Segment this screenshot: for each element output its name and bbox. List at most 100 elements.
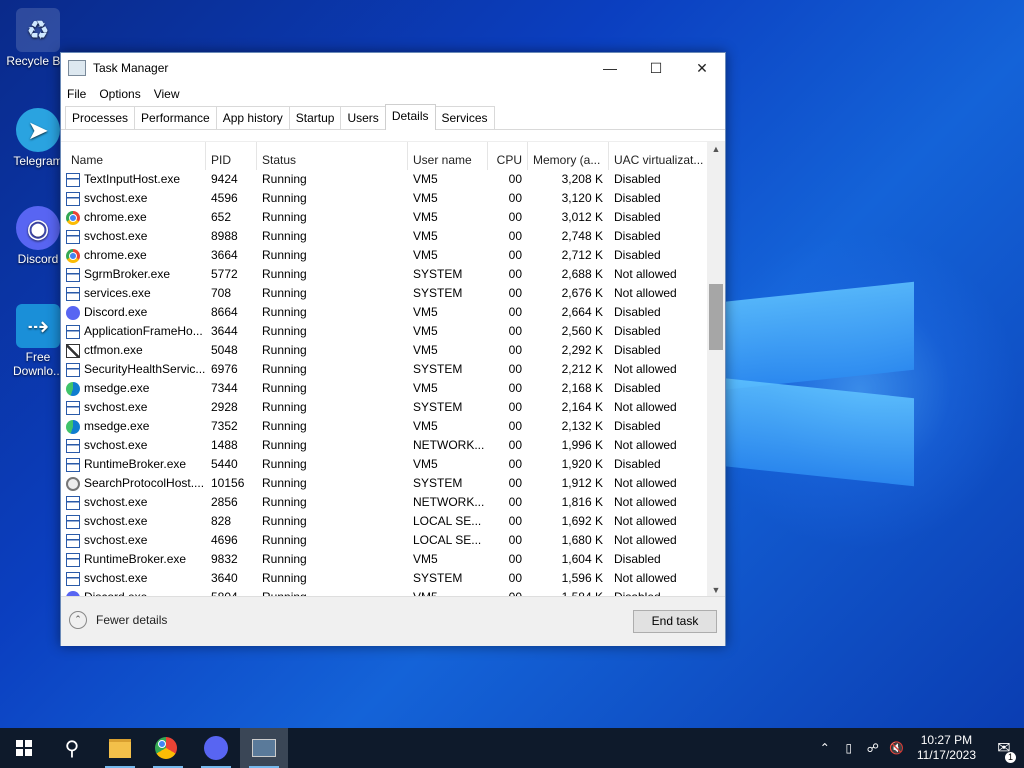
table-row[interactable]: SearchProtocolHost.... 10156 Running SYSTEM… bbox=[61, 474, 707, 493]
table-row[interactable]: svchost.exe 2928 Running SYSTEM 00 2,164 K Not… bbox=[61, 398, 707, 417]
table-row[interactable]: ctfmon.exe 5048 Running VM5 00 2,292 K Disable… bbox=[61, 341, 707, 360]
table-row[interactable]: SgrmBroker.exe 5772 Running SYSTEM 00 2,688 K… bbox=[61, 265, 707, 284]
cell-mem: 1,996 K bbox=[561, 438, 603, 452]
volume-muted-icon[interactable]: 🔇 bbox=[885, 741, 909, 755]
process-name: chrome.exe bbox=[84, 210, 147, 224]
close-button[interactable]: ✕ bbox=[679, 53, 725, 83]
generic-process-icon bbox=[66, 552, 80, 567]
taskbar-file-explorer[interactable] bbox=[96, 728, 144, 768]
column-header-memory[interactable]: Memory (a... bbox=[528, 142, 609, 170]
tab-processes[interactable]: Processes bbox=[65, 106, 136, 129]
cell-cpu: 00 bbox=[508, 419, 522, 433]
minimize-button[interactable]: — bbox=[587, 53, 633, 83]
table-row[interactable]: svchost.exe 4696 Running LOCAL SE... 00 1,680… bbox=[61, 531, 707, 550]
column-header-status[interactable]: Status bbox=[257, 142, 408, 170]
cell-name: Discord.exe bbox=[61, 303, 206, 322]
process-name: SearchProtocolHost.... bbox=[84, 476, 205, 490]
vertical-scrollbar[interactable]: ▲ ▼ bbox=[707, 142, 725, 597]
window-title: Task Manager bbox=[93, 61, 169, 75]
taskbar-task-manager[interactable] bbox=[240, 728, 288, 768]
discord-process-icon bbox=[66, 305, 80, 320]
table-row[interactable]: services.exe 708 Running SYSTEM 00 2,676 K Not… bbox=[61, 284, 707, 303]
table-row[interactable]: svchost.exe 4596 Running VM5 00 3,120 K Disabl… bbox=[61, 189, 707, 208]
cell-status: Running bbox=[262, 191, 307, 205]
title-bar[interactable]: Task Manager — ☐ ✕ bbox=[61, 53, 725, 83]
taskbar-chrome[interactable] bbox=[144, 728, 192, 768]
taskbar-discord[interactable] bbox=[192, 728, 240, 768]
menu-view[interactable]: View bbox=[154, 87, 180, 101]
cell-name: svchost.exe bbox=[61, 512, 206, 531]
table-row[interactable]: RuntimeBroker.exe 5440 Running VM5 00 1,920 K… bbox=[61, 455, 707, 474]
tab-details[interactable]: Details bbox=[384, 104, 436, 130]
maximize-button[interactable]: ☐ bbox=[633, 53, 679, 83]
tablet-icon[interactable]: ▯ bbox=[837, 741, 861, 755]
tab-services[interactable]: Services bbox=[434, 106, 495, 129]
tab-startup[interactable]: Startup bbox=[288, 106, 342, 129]
column-header-cpu[interactable]: CPU bbox=[488, 142, 528, 170]
network-icon[interactable]: ☍ bbox=[861, 741, 885, 755]
process-name: chrome.exe bbox=[84, 248, 147, 262]
menu-options[interactable]: Options bbox=[99, 87, 140, 101]
cell-user: LOCAL SE... bbox=[413, 533, 482, 547]
cell-cpu: 00 bbox=[508, 248, 522, 262]
table-row[interactable]: svchost.exe 8988 Running VM5 00 2,748 K Disabl… bbox=[61, 227, 707, 246]
table-row[interactable]: msedge.exe 7344 Running VM5 00 2,168 K Disable… bbox=[61, 379, 707, 398]
cell-name: svchost.exe bbox=[61, 436, 206, 455]
table-row[interactable]: svchost.exe 828 Running LOCAL SE... 00 1,692 … bbox=[61, 512, 707, 531]
column-header-name[interactable]: Name bbox=[61, 142, 206, 170]
menu-file[interactable]: File bbox=[67, 87, 86, 101]
window-footer: ⌃ Fewer details End task bbox=[61, 596, 725, 646]
cell-status: Running bbox=[262, 381, 307, 395]
table-row[interactable]: TextInputHost.exe 9424 Running VM5 00 3,208 K… bbox=[61, 170, 707, 189]
cell-cpu: 00 bbox=[508, 514, 522, 528]
table-row[interactable]: svchost.exe 1488 Running NETWORK... 00 1,996 … bbox=[61, 436, 707, 455]
tab-users[interactable]: Users bbox=[340, 106, 386, 129]
cell-pid: 5440 bbox=[211, 457, 238, 471]
cell-uac: Not allowed bbox=[614, 533, 677, 547]
column-header-pid[interactable]: PID bbox=[206, 142, 257, 170]
fewer-details-label: Fewer details bbox=[96, 613, 168, 627]
cell-user: VM5 bbox=[413, 419, 438, 433]
table-row[interactable]: chrome.exe 652 Running VM5 00 3,012 K Disabled bbox=[61, 208, 707, 227]
chevron-up-icon[interactable]: ⌃ bbox=[813, 741, 837, 755]
table-row[interactable]: SecurityHealthServic... 6976 Running SYSTEM… bbox=[61, 360, 707, 379]
cell-status: Running bbox=[262, 286, 307, 300]
table-row[interactable]: ApplicationFrameHo... 3644 Running VM5 00 2,5… bbox=[61, 322, 707, 341]
scroll-down-arrow[interactable]: ▼ bbox=[707, 583, 725, 597]
scroll-up-arrow[interactable]: ▲ bbox=[707, 142, 725, 156]
table-row[interactable]: Discord.exe 8664 Running VM5 00 2,664 K Disabl… bbox=[61, 303, 707, 322]
cell-pid: 4696 bbox=[211, 533, 238, 547]
chrome-process-icon bbox=[66, 248, 80, 263]
table-row[interactable]: msedge.exe 7352 Running VM5 00 2,132 K Disable… bbox=[61, 417, 707, 436]
process-name: svchost.exe bbox=[84, 438, 148, 452]
process-name: svchost.exe bbox=[84, 191, 148, 205]
table-row[interactable]: svchost.exe 3640 Running SYSTEM 00 1,596 K Not… bbox=[61, 569, 707, 588]
table-row[interactable]: chrome.exe 3664 Running VM5 00 2,712 K Disable… bbox=[61, 246, 707, 265]
clock[interactable]: 10:27 PM 11/17/2023 bbox=[909, 733, 984, 763]
column-header-user-name[interactable]: User name bbox=[408, 142, 488, 170]
process-name: msedge.exe bbox=[84, 419, 150, 433]
search-button[interactable]: ⚲ bbox=[48, 728, 96, 768]
table-row[interactable]: RuntimeBroker.exe 9832 Running VM5 00 1,604 K… bbox=[61, 550, 707, 569]
notification-count: 1 bbox=[1005, 752, 1016, 763]
cell-name: msedge.exe bbox=[61, 379, 206, 398]
cell-name: svchost.exe bbox=[61, 531, 206, 550]
table-row[interactable]: svchost.exe 2856 Running NETWORK... 00 1,816 … bbox=[61, 493, 707, 512]
cell-pid: 1488 bbox=[211, 438, 238, 452]
process-name: SecurityHealthServic... bbox=[84, 362, 206, 376]
tab-performance[interactable]: Performance bbox=[134, 106, 217, 129]
column-header-uac[interactable]: UAC virtualizat... bbox=[609, 142, 707, 170]
cell-status: Running bbox=[262, 210, 307, 224]
scrollbar-thumb[interactable] bbox=[709, 284, 723, 350]
fewer-details-button[interactable]: ⌃ Fewer details bbox=[69, 611, 167, 629]
cell-uac: Not allowed bbox=[614, 362, 677, 376]
end-task-button[interactable]: End task bbox=[633, 610, 717, 633]
cell-pid: 7344 bbox=[211, 381, 238, 395]
task-manager-icon bbox=[68, 60, 86, 76]
cell-status: Running bbox=[262, 229, 307, 243]
action-center-button[interactable]: ✉ 1 bbox=[984, 738, 1024, 763]
process-name: msedge.exe bbox=[84, 381, 150, 395]
cell-user: VM5 bbox=[413, 343, 438, 357]
tab-app-history[interactable]: App history bbox=[215, 106, 290, 129]
start-button[interactable] bbox=[0, 728, 48, 768]
